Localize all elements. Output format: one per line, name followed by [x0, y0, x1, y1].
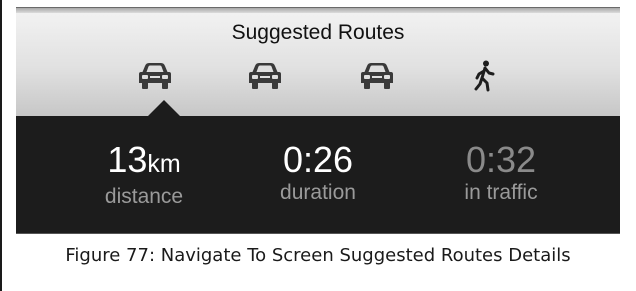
distance-unit: km: [147, 150, 181, 178]
status-strip: [16, 8, 620, 13]
route-option-car-3[interactable]: [352, 59, 402, 93]
duration-label: duration: [280, 181, 356, 204]
selected-route-pointer: [147, 100, 181, 117]
car-icon: [361, 63, 393, 89]
car-icon: [139, 63, 171, 89]
distance-label: distance: [104, 185, 184, 208]
figure-caption: Figure 77: Navigate To Screen Suggested …: [65, 245, 571, 266]
duration-stat: 0:26 duration: [228, 140, 408, 206]
suggested-routes-screen: Suggested Routes 13km distance 0:26 dura…: [16, 7, 620, 234]
manual-page: Suggested Routes 13km distance 0:26 dura…: [0, 0, 636, 291]
traffic-value: 0:32: [465, 139, 537, 180]
route-details-panel: 13km distance 0:26 duration 0:32 in traf…: [16, 116, 620, 233]
traffic-label: in traffic: [464, 181, 538, 204]
route-option-car-2[interactable]: [240, 59, 290, 93]
car-icon: [249, 63, 281, 89]
distance-stat: 13km distance: [54, 140, 234, 210]
route-option-car-1[interactable]: [130, 59, 180, 93]
walking-person-icon: [474, 60, 495, 92]
duration-value: 0:26: [282, 139, 354, 180]
distance-value: 13km: [107, 139, 181, 180]
routes-header: Suggested Routes: [16, 8, 620, 117]
traffic-stat: 0:32 in traffic: [411, 140, 591, 206]
screen-title: Suggested Routes: [231, 21, 405, 44]
route-option-walk[interactable]: [460, 59, 510, 93]
